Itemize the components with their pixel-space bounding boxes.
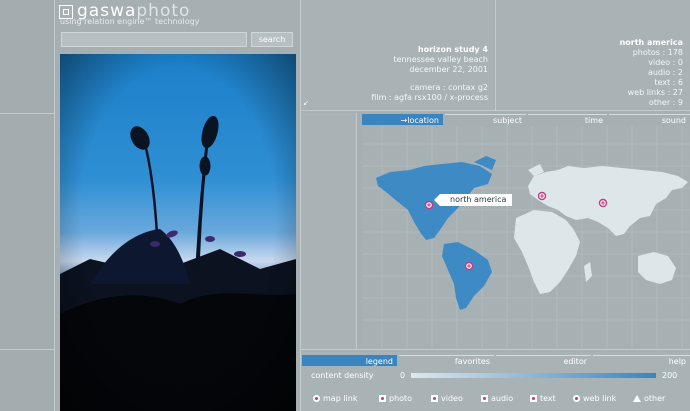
legend-photo[interactable]: photo (379, 394, 412, 403)
tab-subject[interactable]: subject (445, 114, 526, 125)
australia-shape (638, 252, 676, 284)
tab-sound[interactable]: sound (609, 114, 690, 125)
stat-row[interactable]: other : 9 (533, 98, 683, 108)
legend-label: map link (323, 394, 358, 403)
search-input[interactable] (61, 32, 247, 47)
legend-web-link[interactable]: web link (573, 394, 616, 403)
photo-film: film : agfa rsx100 / x-process (371, 93, 488, 102)
video-icon (431, 395, 438, 402)
divider (495, 0, 496, 110)
divider (0, 113, 54, 114)
density-max: 200 (662, 371, 678, 380)
legend-label: audio (491, 394, 514, 403)
left-bottom-panel (0, 350, 54, 411)
stat-row[interactable]: text : 6 (533, 78, 683, 88)
world-map[interactable] (362, 126, 690, 348)
tab-favorites[interactable]: favorites (399, 355, 494, 366)
arrow-icon[interactable]: ↙ (303, 99, 309, 107)
tab-help[interactable]: help (593, 355, 690, 366)
legend-label: video (441, 394, 463, 403)
divider (300, 110, 690, 111)
region-stats: north america photos : 178 video : 0 aud… (533, 38, 683, 108)
divider (300, 349, 690, 350)
search-button[interactable]: search (251, 32, 293, 47)
photo-title: horizon study 4 (417, 45, 488, 54)
tagline: using relation engine™ technology (60, 17, 200, 26)
photo-camera: camera : contax g2 (410, 83, 488, 92)
tab-location[interactable]: →location (362, 114, 443, 125)
world-map-graphic (362, 126, 690, 348)
divider (54, 0, 55, 411)
legend-label: photo (389, 394, 413, 403)
tab-time[interactable]: time (528, 114, 607, 125)
map-link-icon (313, 395, 320, 402)
stat-row[interactable]: audio : 2 (533, 68, 683, 78)
map-panel (301, 113, 356, 349)
density-gradient (411, 373, 656, 378)
legend-label: web link (583, 394, 617, 403)
divider (0, 349, 54, 350)
region-title: north america (619, 38, 683, 47)
density-min: 0 (400, 371, 406, 380)
stat-row[interactable]: video : 0 (533, 58, 683, 68)
photo-icon (379, 395, 386, 402)
legend-label: text (540, 394, 556, 403)
photo-location: tennessee valley beach (393, 55, 489, 64)
stat-row[interactable]: photos : 178 (533, 48, 683, 58)
legend-other[interactable]: other (633, 394, 665, 403)
left-header-panel (0, 0, 54, 113)
density-label: content density (311, 371, 374, 380)
legend-text[interactable]: text (530, 394, 556, 403)
legend-map-link[interactable]: map link (313, 394, 357, 403)
divider (356, 113, 357, 349)
photo-image (60, 54, 296, 411)
web-link-icon (573, 395, 580, 402)
africa-shape (514, 210, 580, 294)
tab-legend[interactable]: legend (302, 355, 397, 366)
audio-icon (481, 395, 488, 402)
stat-row[interactable]: web links : 27 (533, 88, 683, 98)
legend-label: other (644, 394, 666, 403)
legend-audio[interactable]: audio (481, 394, 513, 403)
map-callout[interactable]: north america (433, 194, 513, 206)
main-photo[interactable] (60, 54, 296, 411)
photo-date: december 22, 2001 (409, 65, 488, 74)
text-icon (530, 395, 537, 402)
tab-editor[interactable]: editor (496, 355, 591, 366)
other-icon (633, 395, 641, 402)
legend-video[interactable]: video (431, 394, 463, 403)
left-mid-panel (0, 114, 54, 349)
photo-info: horizon study 4 tennessee valley beach d… (308, 45, 488, 103)
